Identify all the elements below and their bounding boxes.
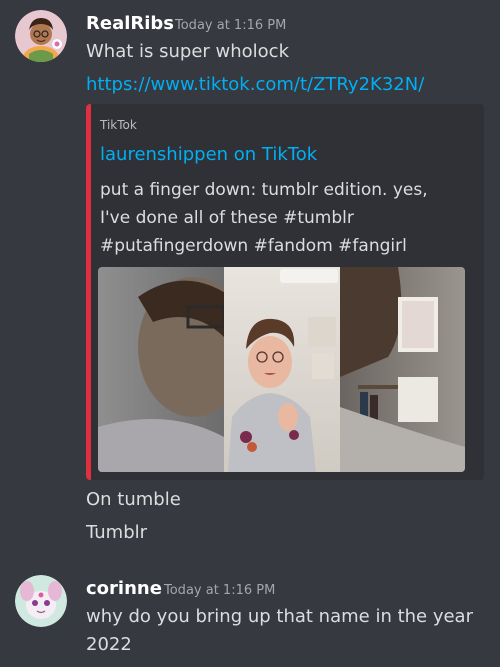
message-text: 2022 (86, 634, 132, 655)
avatar-corinne[interactable] (15, 575, 67, 627)
message-text: why do you bring up that name in the yea… (86, 606, 473, 627)
username-corinne[interactable]: corinne (86, 578, 162, 599)
message-corinne: corinne Today at 1:16 PM why do you brin… (0, 0, 500, 667)
avatar-corinne-image (15, 575, 67, 627)
timestamp-corinne: Today at 1:16 PM (164, 583, 276, 598)
